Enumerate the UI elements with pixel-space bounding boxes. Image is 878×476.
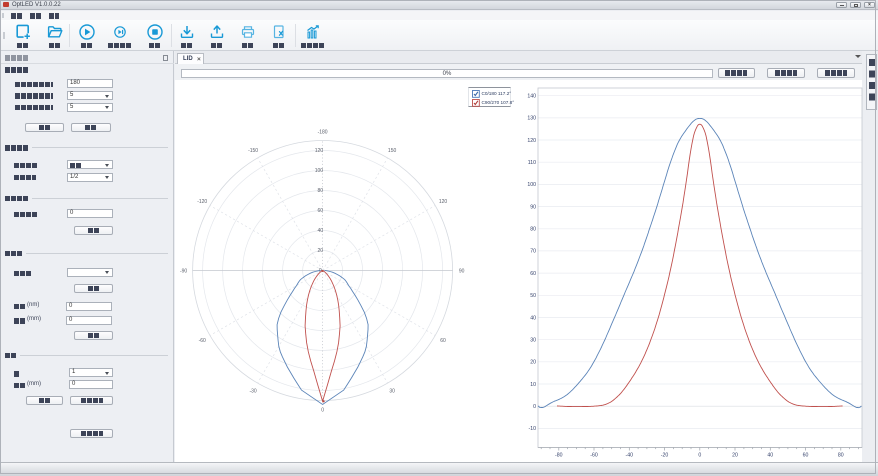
svg-text:110: 110 [528, 160, 536, 166]
svg-text:40: 40 [318, 228, 324, 234]
svg-text:80: 80 [318, 188, 324, 194]
svg-text:30: 30 [530, 338, 536, 344]
svg-text:40: 40 [767, 453, 773, 459]
svg-text:90: 90 [459, 268, 465, 274]
svg-text:20: 20 [732, 453, 738, 459]
svg-text:100: 100 [315, 168, 324, 174]
svg-text:80: 80 [838, 453, 844, 459]
svg-text:150: 150 [388, 148, 397, 154]
svg-text:0: 0 [698, 453, 701, 459]
svg-text:-20: -20 [661, 453, 669, 459]
svg-text:-60: -60 [590, 453, 598, 459]
svg-text:60: 60 [440, 338, 446, 344]
svg-text:10: 10 [530, 382, 536, 388]
svg-text:60: 60 [803, 453, 809, 459]
svg-text:130: 130 [527, 116, 536, 122]
svg-text:120: 120 [315, 148, 324, 154]
svg-text:40: 40 [530, 315, 536, 321]
svg-text:20: 20 [318, 248, 324, 254]
svg-text:-10: -10 [529, 426, 537, 432]
svg-text:0: 0 [533, 404, 536, 410]
svg-text:-150: -150 [248, 148, 258, 154]
svg-text:-80: -80 [555, 453, 563, 459]
svg-text:50: 50 [530, 293, 536, 299]
svg-text:60: 60 [530, 271, 536, 277]
svg-text:90: 90 [530, 204, 536, 210]
svg-text:0: 0 [321, 407, 324, 413]
svg-text:-30: -30 [249, 389, 256, 395]
svg-text:80: 80 [530, 227, 536, 233]
svg-text:20: 20 [530, 360, 536, 366]
svg-text:120: 120 [527, 138, 536, 144]
svg-text:100: 100 [527, 182, 536, 188]
svg-text:140: 140 [527, 94, 536, 100]
svg-text:-60: -60 [199, 338, 206, 344]
svg-text:-180: -180 [318, 129, 328, 135]
svg-text:70: 70 [530, 249, 536, 255]
svg-text:-120: -120 [197, 199, 207, 205]
svg-text:30: 30 [389, 389, 395, 395]
svg-text:-90: -90 [180, 268, 187, 274]
svg-text:120: 120 [439, 199, 448, 205]
svg-text:60: 60 [318, 208, 324, 214]
svg-text:-40: -40 [626, 453, 634, 459]
